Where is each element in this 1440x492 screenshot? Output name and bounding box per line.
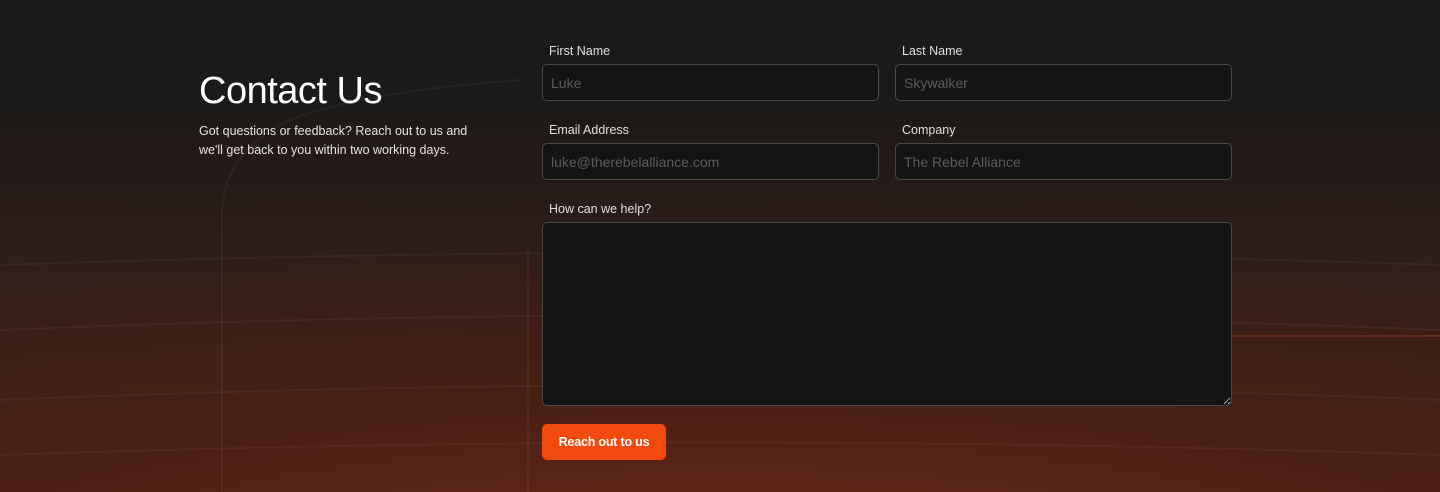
first-name-input[interactable] xyxy=(542,64,879,101)
message-label: How can we help? xyxy=(549,202,652,216)
company-label: Company xyxy=(902,123,956,137)
submit-button[interactable]: Reach out to us xyxy=(542,424,666,460)
email-label: Email Address xyxy=(549,123,629,137)
last-name-field-group: Last Name xyxy=(895,42,1232,101)
last-name-input[interactable] xyxy=(895,64,1232,101)
page-description: Got questions or feedback? Reach out to … xyxy=(199,124,468,157)
last-name-label: Last Name xyxy=(902,44,963,58)
contact-header: Contact Us Got questions or feedback? Re… xyxy=(199,70,499,160)
company-input[interactable] xyxy=(895,143,1232,180)
email-field-group: Email Address xyxy=(542,121,879,180)
message-textarea[interactable] xyxy=(542,222,1232,406)
email-input[interactable] xyxy=(542,143,879,180)
first-name-label: First Name xyxy=(549,44,611,58)
message-field-group: How can we help? xyxy=(542,200,1232,406)
company-field-group: Company xyxy=(895,121,1232,180)
first-name-field-group: First Name xyxy=(542,42,879,101)
page-title: Contact Us xyxy=(199,70,382,112)
